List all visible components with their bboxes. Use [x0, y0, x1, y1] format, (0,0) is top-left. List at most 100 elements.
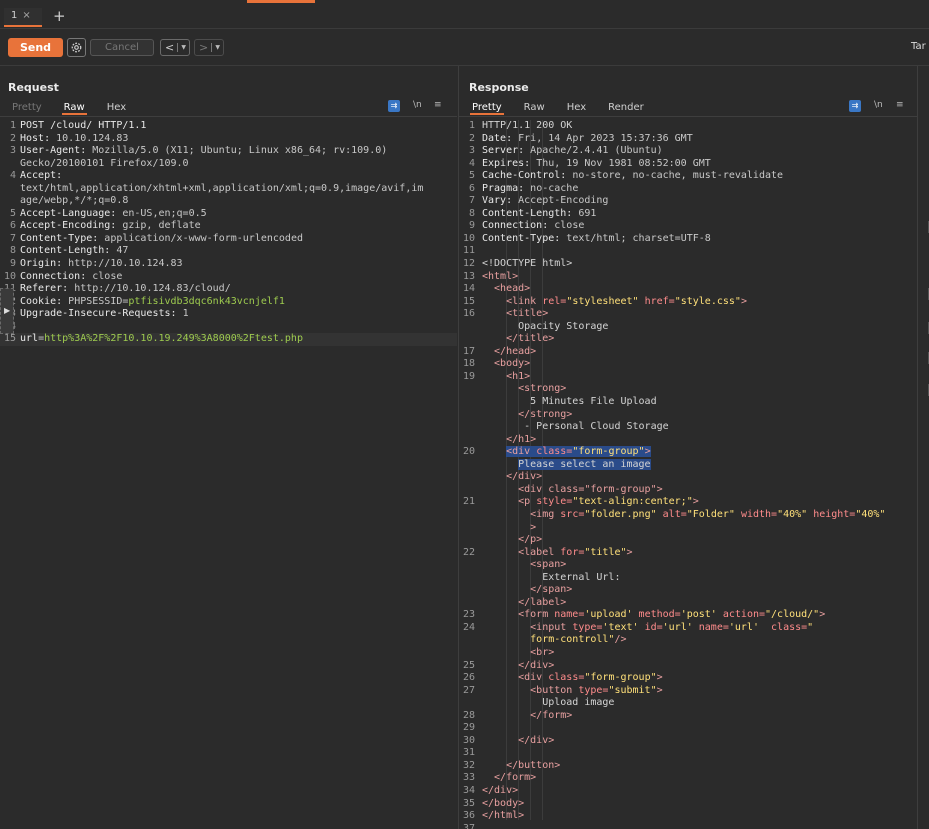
dropdown-icon[interactable]: ▼	[181, 40, 186, 55]
tab-1[interactable]: 1 ×	[4, 8, 42, 27]
cancel-button[interactable]: Cancel	[90, 39, 154, 56]
forward-button[interactable]: > ▼	[194, 39, 224, 56]
line-number: 18	[462, 358, 475, 370]
newline-toggle[interactable]: \n	[413, 100, 422, 110]
line-content: </form>	[482, 710, 572, 723]
code-line: <br>	[459, 647, 917, 660]
close-icon[interactable]: ×	[22, 10, 30, 21]
code-line: 21 <p style="text-align:center;">	[459, 496, 917, 509]
code-line: External Url:	[459, 572, 917, 585]
line-content: <label for="title">	[482, 547, 632, 560]
line-number: 29	[462, 722, 475, 734]
code-token: "form-group"	[572, 446, 645, 458]
forward-arrow-icon: >	[199, 41, 209, 54]
code-token: >	[819, 609, 826, 621]
code-token: href=	[644, 295, 675, 307]
tab-hex[interactable]: Hex	[105, 100, 128, 115]
code-token: <input	[482, 621, 573, 633]
line-content: </button>	[482, 760, 560, 773]
code-text: <head>	[482, 283, 531, 295]
line-number: 15	[462, 295, 475, 307]
code-line: 3 Server: Apache/2.4.41 (Ubuntu)	[459, 145, 917, 158]
line-content: Content-Type: application/x-www-form-url…	[20, 233, 303, 246]
tab-hex[interactable]: Hex	[565, 100, 588, 115]
code-line: 27 <button type="submit">	[459, 685, 917, 698]
send-button[interactable]: Send	[8, 38, 63, 57]
code-line: 30 </div>	[459, 735, 917, 748]
menu-icon[interactable]: ≡	[896, 100, 904, 110]
header-value: Thu, 19 Nov 1981 08:52:00 GMT	[530, 157, 711, 169]
code-line: 8 Content-Length: 691	[459, 208, 917, 221]
line-content: Referer: http://10.10.124.83/cloud/	[20, 283, 231, 296]
line-content: POST /cloud/ HTTP/1.1	[20, 120, 146, 133]
code-line: 28 </form>	[459, 710, 917, 723]
code-token: method=	[638, 609, 681, 621]
tab-pretty[interactable]: Pretty	[470, 100, 504, 115]
header-name: POST /cloud/ HTTP/1.1	[20, 120, 147, 131]
dropdown-icon[interactable]: ▼	[215, 40, 220, 55]
code-token: "Folder"	[686, 508, 741, 520]
header-name: Referer:	[20, 283, 69, 295]
inspector-drag-handle[interactable]: ▶	[0, 288, 14, 334]
settings-gear-icon[interactable]	[67, 38, 86, 57]
wrap-lines-icon[interactable]: ⇉	[388, 100, 400, 112]
code-line: 37	[459, 823, 917, 829]
code-token: type=	[572, 621, 603, 633]
line-content: </form>	[482, 772, 536, 785]
code-text: </body>	[482, 797, 525, 809]
divider	[459, 116, 918, 117]
code-token: >	[740, 295, 747, 307]
back-button[interactable]: < ▼	[160, 39, 190, 56]
code-line: 6 Accept-Encoding: gzip, deflate	[0, 220, 457, 233]
back-arrow-icon: <	[165, 41, 175, 54]
line-number: 37	[462, 822, 475, 829]
code-text: <title>	[482, 308, 549, 320]
target-label[interactable]: Tar	[911, 41, 926, 52]
code-line: 2 Date: Fri, 14 Apr 2023 15:37:36 GMT	[459, 133, 917, 146]
code-token: "style.css"	[674, 295, 741, 307]
response-editor[interactable]: 1 HTTP/1.1 200 OK 2 Date: Fri, 14 Apr 2023 …	[459, 120, 917, 829]
add-tab-icon[interactable]: +	[53, 7, 66, 25]
header-name: url	[20, 333, 39, 345]
code-line: >	[459, 522, 917, 535]
line-number: 15	[3, 333, 16, 345]
tab-pretty[interactable]: Pretty	[10, 100, 44, 115]
code-token: 'url'	[728, 621, 772, 633]
line-number: 10	[462, 232, 475, 244]
line-number: 7	[9, 232, 16, 244]
code-line: 15 <link rel="stylesheet" href="style.cs…	[459, 296, 917, 309]
menu-icon[interactable]: ≡	[434, 100, 442, 110]
line-content: Upload image	[482, 697, 614, 710]
request-title: Request	[8, 81, 59, 94]
line-content: <h1>	[482, 371, 530, 384]
line-content: Accept:	[20, 170, 62, 183]
newline-toggle[interactable]: \n	[874, 100, 883, 110]
header-name: Date:	[482, 132, 513, 144]
header-value: close	[548, 220, 585, 232]
line-content: <strong>	[482, 383, 566, 396]
line-content: <img src="folder.png" alt="Folder" width…	[482, 509, 885, 522]
line-number: 14	[462, 283, 475, 295]
code-token: form-controll"	[482, 634, 615, 646]
header-name: Origin:	[20, 258, 63, 270]
code-text: </label>	[482, 596, 567, 608]
code-text: </div>	[482, 734, 555, 746]
wrap-lines-icon[interactable]: ⇉	[849, 100, 861, 112]
header-value: 47	[110, 245, 129, 257]
line-number: 31	[462, 747, 475, 759]
code-token: rel=	[542, 295, 567, 307]
request-editor[interactable]: 1 POST /cloud/ HTTP/1.1 2 Host: 10.10.124.8…	[0, 120, 457, 829]
top-accent	[247, 0, 315, 3]
tab-raw[interactable]: Raw	[522, 100, 547, 115]
tab-raw[interactable]: Raw	[61, 100, 87, 115]
code-line: 17 </head>	[459, 346, 917, 359]
code-token: id=	[644, 621, 663, 633]
inspector-sidebar[interactable]	[917, 66, 929, 829]
code-token: "/cloud/"	[765, 609, 820, 621]
line-content: External Url:	[482, 572, 620, 585]
tab-render[interactable]: Render	[606, 100, 646, 115]
line-number: 13	[462, 270, 475, 282]
line-number: 10	[3, 270, 16, 282]
line-number: 12	[462, 258, 475, 270]
header-value: close	[86, 270, 123, 282]
